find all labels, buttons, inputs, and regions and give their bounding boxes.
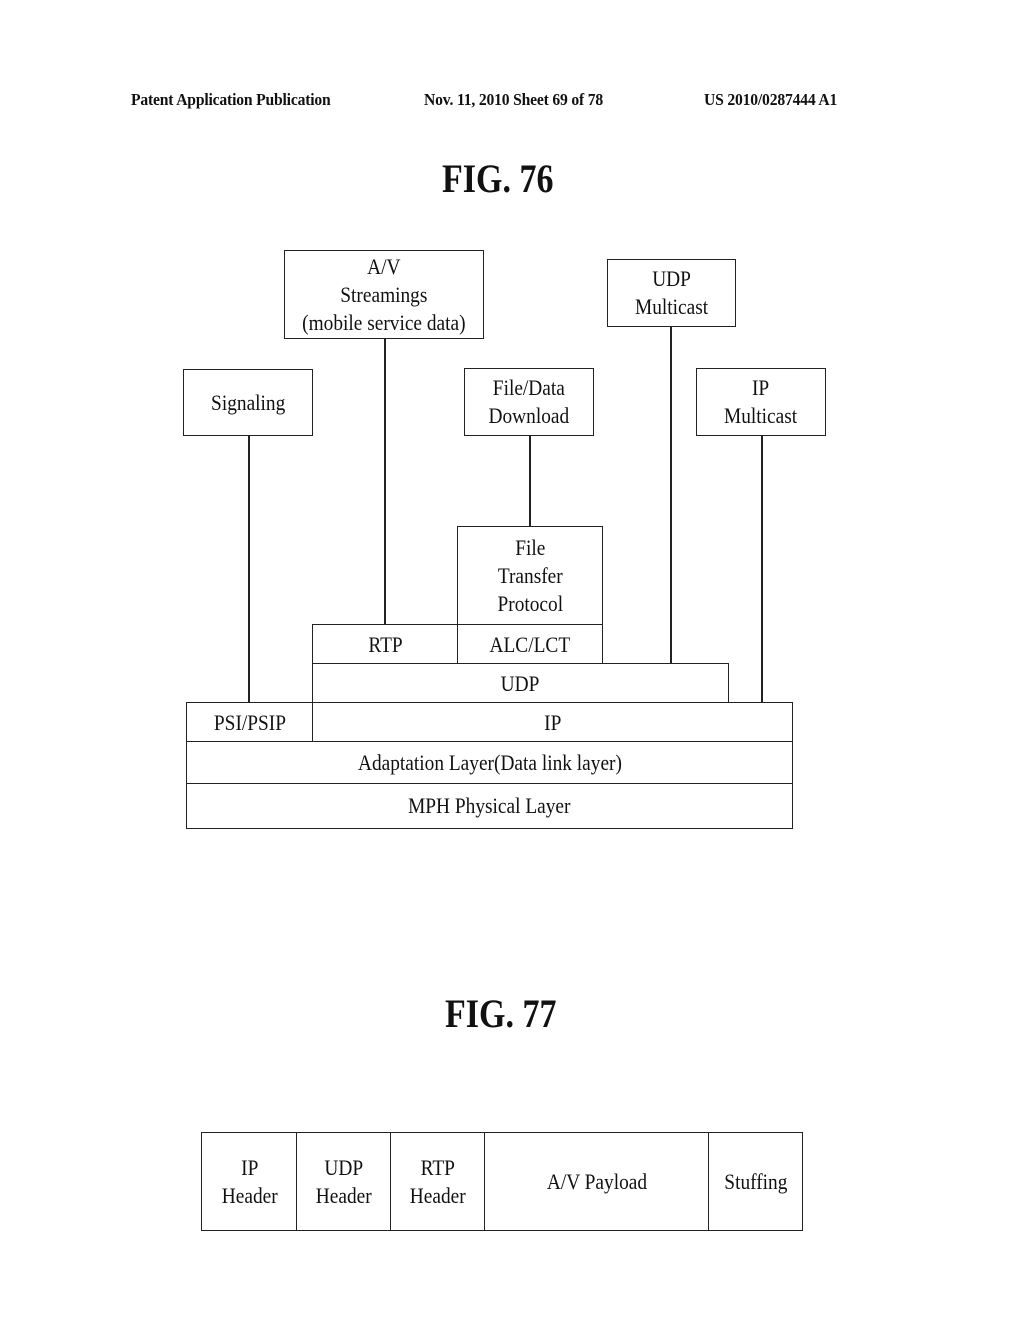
udpmc-line2: Multicast [634, 294, 709, 319]
figure-76-title: FIG. 76 [442, 156, 554, 201]
rtp-layer: RTP [312, 624, 459, 665]
connector-download-to-ftp [529, 435, 531, 527]
packet-field-udp-header: UDP Header [296, 1132, 392, 1231]
ftp-line3: Protocol [497, 590, 563, 616]
connector-ipmc-to-ip [761, 435, 763, 703]
figure-77-title: FIG. 77 [445, 991, 557, 1036]
ip-multicast-box: IP Multicast [696, 368, 826, 436]
rtp-header-line2: Header [410, 1182, 466, 1208]
patent-number: US 2010/0287444 A1 [704, 90, 838, 109]
ftp-line2: Transfer [497, 562, 563, 588]
ip-label: IP [543, 709, 562, 735]
udp-header-line2: Header [316, 1182, 372, 1208]
ipmc-line1: IP [752, 375, 770, 400]
stuffing-label: Stuffing [723, 1168, 788, 1194]
signaling-box: Signaling [183, 369, 313, 436]
udpmc-line1: UDP [652, 266, 691, 291]
adaptation-layer: Adaptation Layer(Data link layer) [186, 741, 793, 785]
udp-header-line1: UDP [324, 1154, 364, 1180]
ip-header-line2: Header [221, 1182, 278, 1208]
rtp-label: RTP [368, 631, 403, 657]
ip-layer: IP [312, 702, 793, 743]
alc-lct-layer: ALC/LCT [457, 624, 603, 665]
publication-date-sheet: Nov. 11, 2010 Sheet 69 of 78 [424, 90, 604, 109]
psi-psip-label: PSI/PSIP [213, 709, 287, 735]
ftp-line1: File [514, 534, 546, 560]
av-line2: Streamings [340, 281, 428, 307]
connector-av-to-rtp [384, 338, 386, 625]
signaling-label: Signaling [210, 389, 286, 415]
file-data-download-box: File/Data Download [464, 368, 594, 436]
udp-label: UDP [501, 670, 540, 696]
publication-label: Patent Application Publication [131, 90, 331, 109]
rtp-header-line1: RTP [420, 1154, 456, 1180]
connector-udpmc-to-udp [670, 326, 672, 664]
packet-field-av-payload: A/V Payload [484, 1132, 710, 1231]
udp-layer: UDP [312, 663, 729, 704]
packet-field-rtp-header: RTP Header [390, 1132, 486, 1231]
connector-signaling-to-psip [248, 435, 250, 703]
av-line3: (mobile service data) [302, 309, 466, 335]
adaptation-label: Adaptation Layer(Data link layer) [357, 750, 622, 775]
file-transfer-protocol-box: File Transfer Protocol [457, 526, 603, 625]
packet-field-ip-header: IP Header [201, 1132, 298, 1231]
psi-psip-layer: PSI/PSIP [186, 702, 314, 743]
physical-label: MPH Physical Layer [408, 793, 571, 818]
physical-layer: MPH Physical Layer [186, 783, 793, 829]
av-payload-label: A/V Payload [546, 1168, 648, 1194]
download-line1: File/Data [492, 375, 566, 400]
av-line1: A/V [367, 253, 401, 279]
av-streamings-box: A/V Streamings (mobile service data) [284, 250, 484, 339]
udp-multicast-box: UDP Multicast [607, 259, 736, 327]
download-line2: Download [488, 403, 570, 428]
ip-header-line1: IP [240, 1154, 259, 1180]
ipmc-line2: Multicast [724, 403, 798, 428]
alc-lct-label: ALC/LCT [489, 631, 571, 657]
packet-field-stuffing: Stuffing [708, 1132, 803, 1231]
